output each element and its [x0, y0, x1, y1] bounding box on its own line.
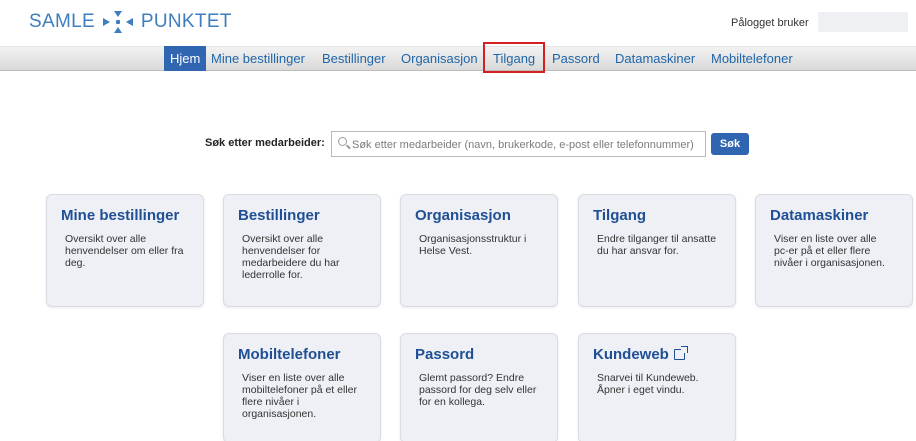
card-description: Oversikt over alle henvendelser for meda…	[242, 233, 340, 281]
logo-text-left: SAMLE	[29, 11, 95, 32]
logo-text-right: PUNKTET	[140, 11, 232, 32]
card-datamaskiner[interactable]: Datamaskiner Viser en liste over alle pc…	[755, 194, 913, 307]
card-description: Viser en liste over alle mobiltelefoner …	[242, 372, 357, 420]
nav-item-hjem[interactable]: Hjem	[164, 46, 207, 71]
search-input[interactable]	[352, 136, 702, 153]
card-title-row: Kundeweb	[593, 346, 721, 363]
card-organisasjon[interactable]: Organisasjon Organisasjonsstruktur i Hel…	[400, 194, 558, 307]
search-field[interactable]	[331, 131, 706, 157]
employee-search: Søk etter medarbeider: Søk	[0, 131, 916, 157]
external-link-icon	[673, 346, 688, 360]
card-description: Endre tilganger til ansatte du har ansva…	[597, 233, 717, 257]
logged-in-user-label: Pålogget bruker	[731, 17, 809, 29]
nav-item-datamaskiner[interactable]: Datamaskiner	[615, 46, 695, 71]
card-mobiltelefoner[interactable]: Mobiltelefoner Viser en liste over alle …	[223, 333, 381, 441]
card-bestillinger[interactable]: Bestillinger Oversikt over alle henvende…	[223, 194, 381, 307]
arrows-cross-icon	[100, 11, 136, 33]
nav-item-bestillinger[interactable]: Bestillinger	[322, 46, 386, 71]
card-passord[interactable]: Passord Glemt passord? Endre passord for…	[400, 333, 558, 441]
logged-in-user-name	[818, 12, 908, 32]
card-description: Snarvei til Kundeweb. Åpner i eget vindu…	[597, 372, 699, 396]
search-button[interactable]: Søk	[711, 133, 749, 155]
nav-item-mine-bestillinger[interactable]: Mine bestillinger	[211, 46, 305, 71]
nav-item-tilgang[interactable]: Tilgang	[483, 42, 546, 73]
card-title: Datamaskiner	[770, 207, 869, 224]
card-tilgang[interactable]: Tilgang Endre tilganger til ansatte du h…	[578, 194, 736, 307]
card-description: Oversikt over alle henvendelser om eller…	[65, 233, 184, 269]
search-label: Søk etter medarbeider:	[205, 137, 325, 149]
card-title: Passord	[415, 346, 475, 363]
card-description: Organisasjonsstruktur i Helse Vest.	[419, 233, 527, 257]
nav-item-organisasjon[interactable]: Organisasjon	[401, 46, 478, 71]
card-title: Tilgang	[593, 207, 647, 224]
app-logo[interactable]: SAMLE PUNKTET	[29, 11, 232, 33]
card-kundeweb[interactable]: Kundeweb Snarvei til Kundeweb. Åpner i e…	[578, 333, 736, 441]
nav-item-passord[interactable]: Passord	[552, 46, 600, 71]
card-title: Kundeweb	[593, 346, 669, 363]
card-title: Mine bestillinger	[61, 207, 180, 224]
nav-item-mobiltelefoner[interactable]: Mobiltelefoner	[711, 46, 793, 71]
card-title: Organisasjon	[415, 207, 511, 224]
card-title: Mobiltelefoner	[238, 346, 341, 363]
search-icon	[338, 137, 347, 146]
card-title: Bestillinger	[238, 207, 320, 224]
card-mine-bestillinger[interactable]: Mine bestillinger Oversikt over alle hen…	[46, 194, 204, 307]
card-description: Glemt passord? Endre passord for deg sel…	[419, 372, 537, 408]
card-description: Viser en liste over alle pc-er på et ell…	[774, 233, 885, 269]
